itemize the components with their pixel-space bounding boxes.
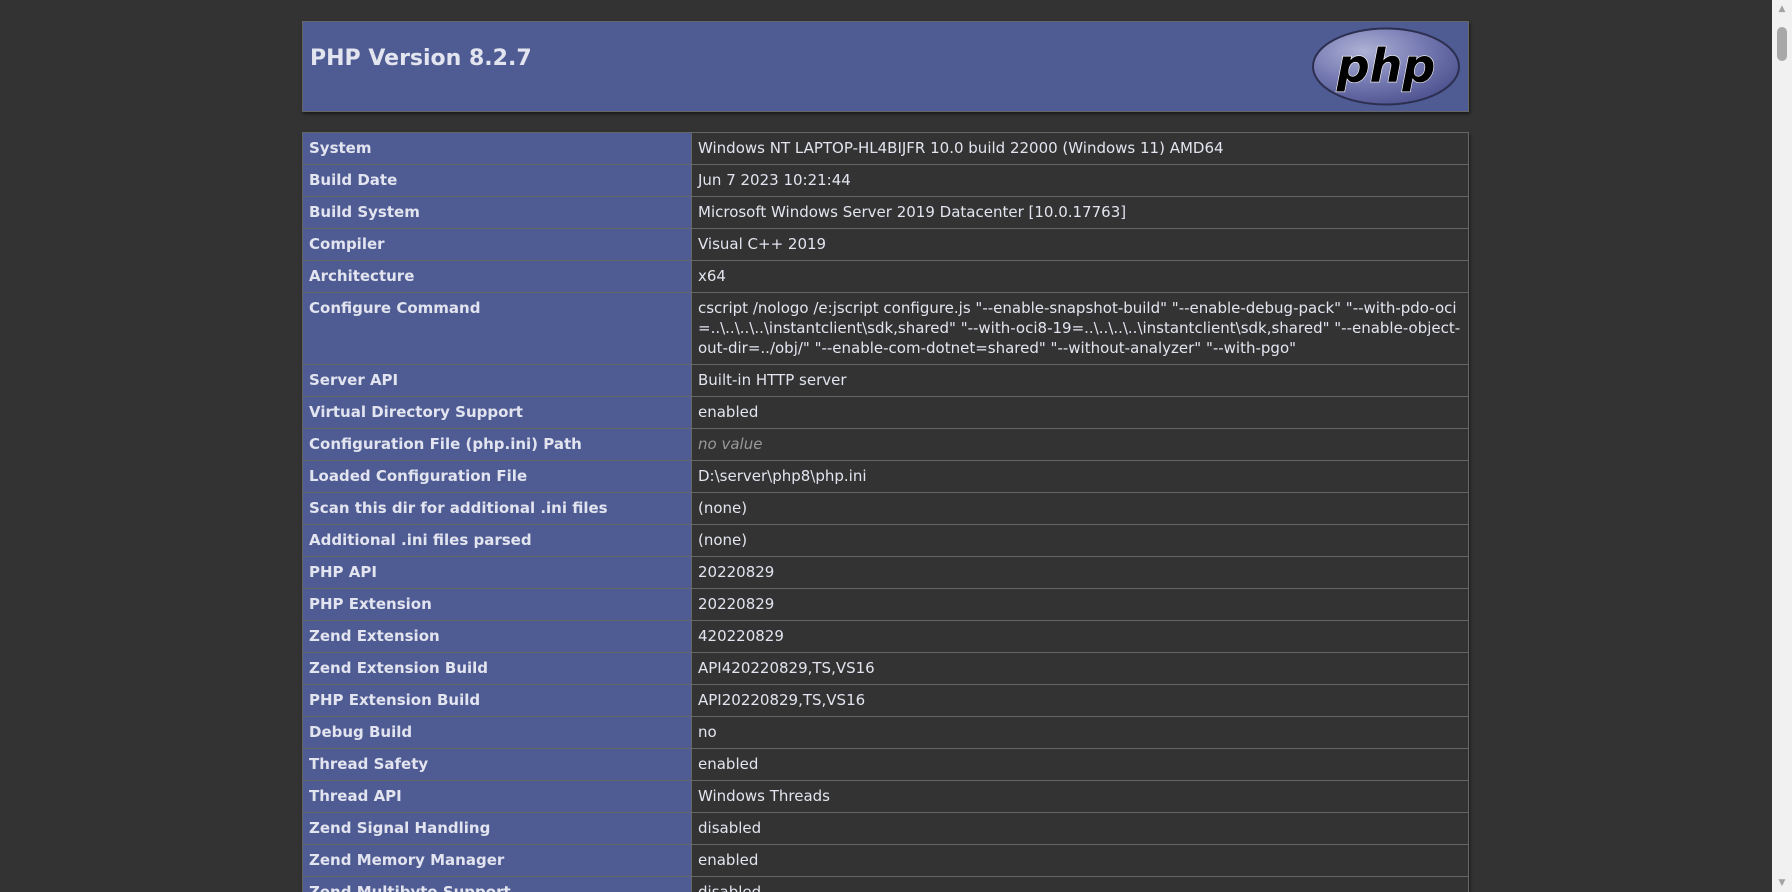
row-label: Thread API bbox=[302, 780, 692, 813]
table-row: Architecture x64 bbox=[302, 260, 1469, 293]
row-value: API420220829,TS,VS16 bbox=[691, 652, 1469, 685]
row-value: no bbox=[691, 716, 1469, 749]
table-row: Virtual Directory Support enabled bbox=[302, 396, 1469, 429]
table-row: Server API Built-in HTTP server bbox=[302, 364, 1469, 397]
table-row: Thread API Windows Threads bbox=[302, 780, 1469, 813]
row-value: disabled bbox=[691, 812, 1469, 845]
no-value-text: no value bbox=[698, 435, 763, 453]
table-row: Compiler Visual C++ 2019 bbox=[302, 228, 1469, 261]
row-value: 20220829 bbox=[691, 588, 1469, 621]
row-value: Windows NT LAPTOP-HL4BIJFR 10.0 build 22… bbox=[691, 132, 1469, 165]
row-label: Thread Safety bbox=[302, 748, 692, 781]
row-label: Build Date bbox=[302, 164, 692, 197]
table-row: Zend Extension Build API420220829,TS,VS16 bbox=[302, 652, 1469, 685]
table-row: Configuration File (php.ini) Path no valu… bbox=[302, 428, 1469, 461]
row-value: x64 bbox=[691, 260, 1469, 293]
phpinfo-table: System Windows NT LAPTOP-HL4BIJFR 10.0 bu… bbox=[302, 132, 1469, 892]
scroll-down-arrow-icon[interactable]: ▼ bbox=[1772, 876, 1792, 890]
row-label: Loaded Configuration File bbox=[302, 460, 692, 493]
row-value: enabled bbox=[691, 396, 1469, 429]
row-value: Visual C++ 2019 bbox=[691, 228, 1469, 261]
table-row: Zend Memory Manager enabled bbox=[302, 844, 1469, 877]
row-label: Zend Signal Handling bbox=[302, 812, 692, 845]
row-value: Microsoft Windows Server 2019 Datacenter… bbox=[691, 196, 1469, 229]
vertical-scrollbar[interactable]: ▲ ▼ bbox=[1772, 0, 1792, 892]
row-label: Zend Extension Build bbox=[302, 652, 692, 685]
table-row: Thread Safety enabled bbox=[302, 748, 1469, 781]
row-value: cscript /nologo /e:jscript configure.js … bbox=[691, 292, 1469, 365]
row-label: Additional .ini files parsed bbox=[302, 524, 692, 557]
row-label: PHP Extension bbox=[302, 588, 692, 621]
table-row: Build Date Jun 7 2023 10:21:44 bbox=[302, 164, 1469, 197]
row-value: Jun 7 2023 10:21:44 bbox=[691, 164, 1469, 197]
table-row: Configure Command cscript /nologo /e:jscr… bbox=[302, 292, 1469, 365]
row-value: Windows Threads bbox=[691, 780, 1469, 813]
row-label: Server API bbox=[302, 364, 692, 397]
page-viewport: PHP Version 8.2.7 php System Windows NT L… bbox=[0, 0, 1772, 892]
row-label: Debug Build bbox=[302, 716, 692, 749]
row-label: Configure Command bbox=[302, 292, 692, 365]
table-row: Zend Signal Handling disabled bbox=[302, 812, 1469, 845]
row-value: D:\server\php8\php.ini bbox=[691, 460, 1469, 493]
table-row: Debug Build no bbox=[302, 716, 1469, 749]
table-row: Zend Extension 420220829 bbox=[302, 620, 1469, 653]
table-row: PHP API 20220829 bbox=[302, 556, 1469, 589]
table-row: System Windows NT LAPTOP-HL4BIJFR 10.0 bu… bbox=[302, 132, 1469, 165]
table-row: Additional .ini files parsed (none) bbox=[302, 524, 1469, 557]
row-label: Build System bbox=[302, 196, 692, 229]
table-row: Build System Microsoft Windows Server 201… bbox=[302, 196, 1469, 229]
row-value: disabled bbox=[691, 876, 1469, 892]
table-row: PHP Extension 20220829 bbox=[302, 588, 1469, 621]
row-label: Zend Extension bbox=[302, 620, 692, 653]
scroll-up-arrow-icon[interactable]: ▲ bbox=[1772, 2, 1792, 16]
php-logo-text: php bbox=[1336, 39, 1436, 93]
row-label: Zend Multibyte Support bbox=[302, 876, 692, 892]
table-row: Loaded Configuration File D:\server\php8\… bbox=[302, 460, 1469, 493]
table-row: Zend Multibyte Support disabled bbox=[302, 876, 1469, 892]
row-value: no value bbox=[691, 428, 1469, 461]
row-label: Virtual Directory Support bbox=[302, 396, 692, 429]
row-label: Zend Memory Manager bbox=[302, 844, 692, 877]
row-value: (none) bbox=[691, 524, 1469, 557]
row-label: PHP API bbox=[302, 556, 692, 589]
php-logo-icon[interactable]: php bbox=[1310, 25, 1462, 108]
row-value: enabled bbox=[691, 748, 1469, 781]
row-value: Built-in HTTP server bbox=[691, 364, 1469, 397]
row-label: System bbox=[302, 132, 692, 165]
row-value: API20220829,TS,VS16 bbox=[691, 684, 1469, 717]
scrollbar-thumb[interactable] bbox=[1777, 27, 1787, 61]
row-label: Architecture bbox=[302, 260, 692, 293]
page-title: PHP Version 8.2.7 bbox=[310, 46, 532, 71]
row-label: Configuration File (php.ini) Path bbox=[302, 428, 692, 461]
phpinfo-header: PHP Version 8.2.7 php bbox=[302, 21, 1469, 112]
row-value: 420220829 bbox=[691, 620, 1469, 653]
row-label: Compiler bbox=[302, 228, 692, 261]
row-value: 20220829 bbox=[691, 556, 1469, 589]
row-value: enabled bbox=[691, 844, 1469, 877]
row-label: Scan this dir for additional .ini files bbox=[302, 492, 692, 525]
phpinfo-container: PHP Version 8.2.7 php System Windows NT L… bbox=[302, 21, 1469, 892]
table-row: PHP Extension Build API20220829,TS,VS16 bbox=[302, 684, 1469, 717]
row-value: (none) bbox=[691, 492, 1469, 525]
table-row: Scan this dir for additional .ini files(… bbox=[302, 492, 1469, 525]
row-label: PHP Extension Build bbox=[302, 684, 692, 717]
